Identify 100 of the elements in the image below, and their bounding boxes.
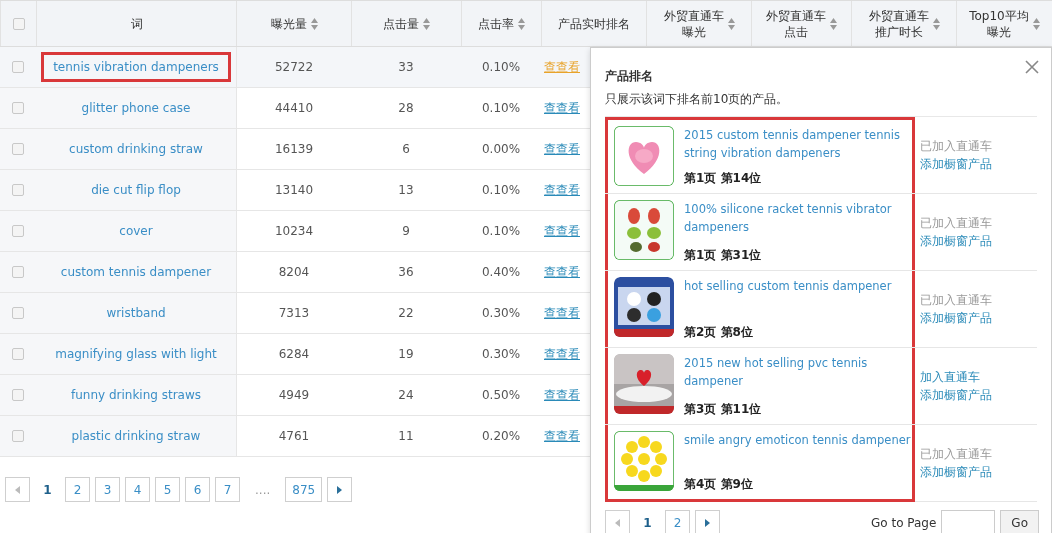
column-header: 产品实时排名 <box>558 15 630 32</box>
sort-icon[interactable] <box>727 17 735 30</box>
table-cell: 6284 <box>278 347 310 361</box>
product-title-link[interactable]: hot selling custom tennis dampener <box>684 277 912 295</box>
view-rank-link[interactable]: 查查看 <box>544 58 580 76</box>
product-title-link[interactable]: 100% silicone racket tennis vibrator dampeners <box>684 200 912 236</box>
sort-icon[interactable] <box>518 17 525 30</box>
sort-icon[interactable] <box>310 17 318 30</box>
table-cell: 0.30% <box>481 306 521 320</box>
sort-icon[interactable] <box>932 17 940 30</box>
row-checkbox[interactable] <box>12 389 24 401</box>
column-header: 外贸直通车 <box>766 7 826 24</box>
table-cell: 0.50% <box>481 388 521 402</box>
row-checkbox[interactable] <box>12 307 24 319</box>
popup-title: 产品排名 <box>605 68 654 85</box>
table-cell: 9 <box>402 224 410 238</box>
page-button[interactable]: 7 <box>215 477 240 502</box>
campaign-status: 已加入直通车 <box>920 292 993 309</box>
column-header: 词 <box>130 15 143 32</box>
table-cell: 4949 <box>278 388 310 402</box>
page-button[interactable]: 4 <box>125 477 150 502</box>
table-cell: 0.10% <box>481 183 521 197</box>
page-button[interactable]: 6 <box>185 477 210 502</box>
view-rank-link[interactable]: 查查看 <box>544 427 580 445</box>
view-rank-link[interactable]: 查查看 <box>544 263 580 281</box>
add-to-campaign-link[interactable]: 加入直通车 <box>920 368 1037 386</box>
column-header: 曝光 <box>987 23 1011 40</box>
page-button[interactable]: 2 <box>665 510 690 533</box>
table-cell: 16139 <box>274 142 314 156</box>
table-cell: 8204 <box>278 265 310 279</box>
view-rank-link[interactable]: 查查看 <box>544 99 580 117</box>
table-cell: 22 <box>398 306 414 320</box>
sort-icon[interactable] <box>423 17 430 30</box>
product-title-link[interactable]: 2015 new hot selling pvc tennis dampener <box>684 354 912 390</box>
table-cell: 0.30% <box>481 347 521 361</box>
row-checkbox[interactable] <box>12 143 24 155</box>
sort-icon[interactable] <box>830 17 837 30</box>
row-checkbox[interactable] <box>12 266 24 278</box>
view-rank-link[interactable]: 查查看 <box>544 386 580 404</box>
row-checkbox[interactable] <box>12 348 24 360</box>
row-checkbox[interactable] <box>12 430 24 442</box>
table-cell: 0.10% <box>481 60 521 74</box>
close-button[interactable] <box>1025 60 1041 76</box>
rank-text: 第2页 第8位 <box>684 324 754 341</box>
table-cell: 24 <box>398 388 414 402</box>
keyword-link[interactable]: tennis vibration dampeners <box>41 52 231 82</box>
sort-icon[interactable] <box>1032 17 1040 30</box>
page-button[interactable]: 1 <box>635 510 660 533</box>
row-checkbox[interactable] <box>12 61 24 73</box>
table-cell: 28 <box>398 101 414 115</box>
page-button[interactable]: 2 <box>65 477 90 502</box>
next-page-button[interactable] <box>695 510 720 533</box>
table-cell: 52722 <box>274 60 314 74</box>
caret-left-icon <box>615 518 620 527</box>
campaign-status: 已加入直通车 <box>920 138 993 155</box>
select-all-checkbox[interactable] <box>12 17 25 30</box>
table-cell: 11 <box>398 429 414 443</box>
view-rank-link[interactable]: 查查看 <box>544 181 580 199</box>
column-header: 点击 <box>784 23 808 40</box>
rank-text: 第3页 第11位 <box>684 401 763 418</box>
add-showcase-link[interactable]: 添加橱窗产品 <box>920 309 1037 327</box>
table-cell: 13140 <box>274 183 314 197</box>
go-button[interactable]: Go <box>1000 510 1039 533</box>
add-showcase-link[interactable]: 添加橱窗产品 <box>920 232 1037 250</box>
view-rank-link[interactable]: 查查看 <box>544 345 580 363</box>
table-cell: 13 <box>398 183 414 197</box>
product-title-link[interactable]: smile angry emoticon tennis dampener <box>684 431 912 449</box>
caret-right-icon <box>705 518 710 527</box>
popup-note: 只展示该词下排名前10页的产品。 <box>605 91 790 108</box>
view-rank-link[interactable]: 查查看 <box>544 140 580 158</box>
table-cell: 7313 <box>278 306 310 320</box>
table-cell: 0.00% <box>481 142 521 156</box>
column-header: Top10平均 <box>969 7 1029 24</box>
caret-right-icon <box>337 485 343 494</box>
page-button[interactable]: 5 <box>155 477 180 502</box>
table-cell: 36 <box>398 265 414 279</box>
product-title-link[interactable]: 2015 custom tennis dampener tennis string vibration dampeners <box>684 126 912 162</box>
page-button[interactable]: 1 <box>35 477 60 502</box>
table-cell: 0.20% <box>481 429 521 443</box>
table-cell: 0.10% <box>481 224 521 238</box>
view-rank-link[interactable]: 查查看 <box>544 222 580 240</box>
page-number-field[interactable] <box>941 510 996 533</box>
add-showcase-link[interactable]: 添加橱窗产品 <box>920 386 1037 404</box>
next-page-button[interactable] <box>327 477 353 502</box>
row-checkbox[interactable] <box>12 225 24 237</box>
column-header: 点击率 <box>478 15 514 32</box>
row-checkbox[interactable] <box>12 102 24 114</box>
page-button[interactable]: 875 <box>285 477 323 502</box>
page-button[interactable]: 3 <box>95 477 120 502</box>
add-showcase-link[interactable]: 添加橱窗产品 <box>920 155 1037 173</box>
column-header: 点击量 <box>383 15 419 32</box>
caret-left-icon <box>15 485 20 494</box>
view-rank-link[interactable]: 查查看 <box>544 304 580 322</box>
table-cell: 4761 <box>278 429 310 443</box>
row-checkbox[interactable] <box>12 184 24 196</box>
table-cell: 0.40% <box>481 265 521 279</box>
rank-text: 第1页 第31位 <box>684 247 763 264</box>
add-showcase-link[interactable]: 添加橱窗产品 <box>920 463 1037 481</box>
column-header: 外贸直通车 <box>868 7 929 24</box>
campaign-status: 已加入直通车 <box>920 215 993 232</box>
